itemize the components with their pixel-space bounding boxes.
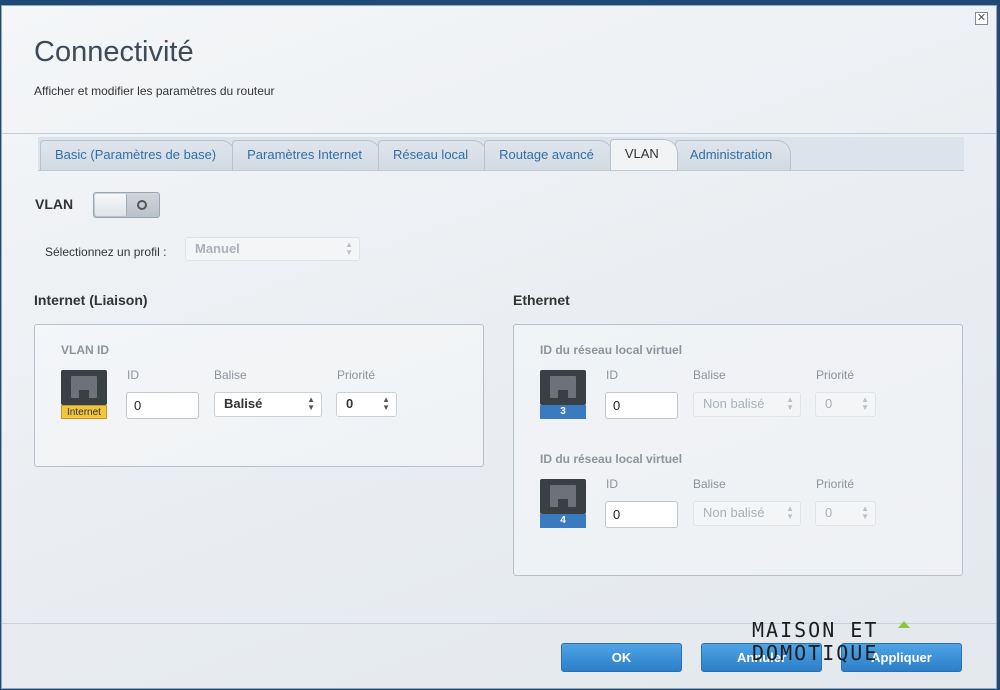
ethernet-group-title: ID du réseau local virtuel <box>540 452 683 466</box>
select-arrows-icon: ▲ ▼ <box>345 240 353 257</box>
internet-port-icon: Internet <box>61 370 107 420</box>
ethernet-id-label: ID <box>606 368 618 382</box>
internet-tag-value: Balisé <box>224 396 263 411</box>
internet-priority-select[interactable]: 0 ▲ ▼ <box>336 392 397 417</box>
connectivity-dialog: ✕ Connectivité Afficher et modifier les … <box>1 5 997 689</box>
internet-priority-value: 0 <box>346 396 354 411</box>
ethernet-id-label: ID <box>606 477 618 491</box>
ethernet-priority-value: 0 <box>825 505 833 520</box>
tab-administration[interactable]: Administration <box>674 140 792 170</box>
tab-internet-settings[interactable]: Paramètres Internet <box>232 140 382 170</box>
select-arrows-icon: ▲ ▼ <box>382 395 390 412</box>
ethernet-tag-label: Balise <box>693 368 726 382</box>
toggle-off-icon <box>137 200 147 210</box>
ok-button[interactable]: OK <box>561 643 682 672</box>
port-number-label: 3 <box>540 405 586 419</box>
select-arrows-icon: ▲ ▼ <box>786 504 794 521</box>
profile-select[interactable]: Manuel ▲ ▼ <box>185 237 360 261</box>
ethernet-panel: ID du réseau local virtuel 3 ID Balise P… <box>513 324 963 576</box>
tab-basic[interactable]: Basic (Paramètres de base) <box>40 140 236 170</box>
page-title: Connectivité <box>34 36 194 68</box>
internet-group-title: VLAN ID <box>61 343 109 357</box>
select-arrows-icon: ▲ ▼ <box>307 395 315 412</box>
ethernet-priority-label: Priorité <box>816 477 855 491</box>
internet-priority-label: Priorité <box>337 368 376 382</box>
port-number-label: 4 <box>540 514 586 528</box>
page-subtitle: Afficher et modifier les paramètres du r… <box>34 84 275 98</box>
ethernet-priority-label: Priorité <box>816 368 855 382</box>
tab-vlan[interactable]: VLAN <box>609 139 678 170</box>
profile-select-value: Manuel <box>195 241 240 256</box>
internet-panel: VLAN ID Internet ID Balise Priorité Bali… <box>34 324 484 467</box>
ethernet-priority-value: 0 <box>825 396 833 411</box>
ethernet-port-4-icon: 4 <box>540 479 586 529</box>
watermark-line2: DOMOTIQUE <box>752 641 878 664</box>
internet-id-label: ID <box>127 368 139 382</box>
select-arrows-icon: ▲ ▼ <box>786 395 794 412</box>
ethernet-tag-value: Non balisé <box>703 505 765 520</box>
ethernet-tag-select[interactable]: Non balisé ▲ ▼ <box>693 501 801 526</box>
vlan-toggle[interactable] <box>93 192 160 218</box>
watermark-house-icon <box>898 621 910 628</box>
toggle-knob <box>95 194 127 216</box>
internet-tag-label: Balise <box>214 368 247 382</box>
ethernet-tag-value: Non balisé <box>703 396 765 411</box>
ethernet-tag-select[interactable]: Non balisé ▲ ▼ <box>693 392 801 417</box>
tab-local-network[interactable]: Réseau local <box>378 140 488 170</box>
internet-section-title: Internet (Liaison) <box>34 292 148 308</box>
ethernet-group-title: ID du réseau local virtuel <box>540 343 683 357</box>
ethernet-priority-select[interactable]: 0 ▲ ▼ <box>815 392 876 417</box>
internet-port-label: Internet <box>61 405 107 419</box>
dialog-header: Connectivité Afficher et modifier les pa… <box>2 6 996 133</box>
internet-tag-select[interactable]: Balisé ▲ ▼ <box>214 392 322 417</box>
ethernet-section-title: Ethernet <box>513 292 570 308</box>
header-divider <box>2 133 996 134</box>
watermark-logo: MAISON ET DOMOTIQUE <box>752 618 910 664</box>
ethernet-id-input[interactable] <box>605 501 678 528</box>
ethernet-id-input[interactable] <box>605 392 678 419</box>
ethernet-tag-label: Balise <box>693 477 726 491</box>
tab-advanced-routing[interactable]: Routage avancé <box>484 140 613 170</box>
profile-label: Sélectionnez un profil : <box>45 245 167 259</box>
select-arrows-icon: ▲ ▼ <box>861 395 869 412</box>
tab-bar: Basic (Paramètres de base) Paramètres In… <box>38 137 964 171</box>
ethernet-port-3-icon: 3 <box>540 370 586 420</box>
vlan-label: VLAN <box>35 196 74 212</box>
ethernet-priority-select[interactable]: 0 ▲ ▼ <box>815 501 876 526</box>
internet-id-input[interactable] <box>126 392 199 419</box>
watermark-line1: MAISON ET <box>752 618 878 642</box>
select-arrows-icon: ▲ ▼ <box>861 504 869 521</box>
